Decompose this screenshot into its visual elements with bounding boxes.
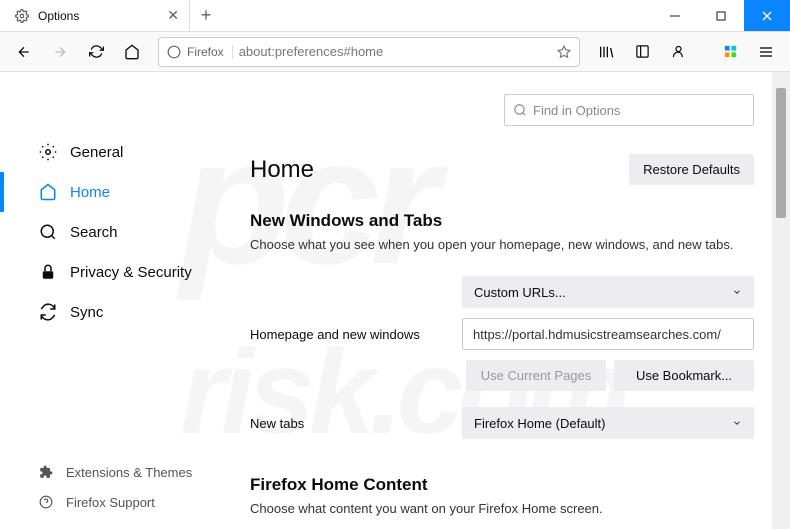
url-text: about:preferences#home — [239, 44, 551, 59]
select-value: Firefox Home (Default) — [474, 416, 605, 431]
gear-icon — [38, 142, 58, 162]
identity-box[interactable]: Firefox — [167, 45, 233, 59]
sidebar-item-label: Extensions & Themes — [66, 465, 192, 480]
home-icon — [38, 182, 58, 202]
library-button[interactable] — [590, 36, 622, 68]
search-placeholder: Find in Options — [533, 103, 620, 118]
back-button[interactable] — [8, 36, 40, 68]
home-button[interactable] — [116, 36, 148, 68]
homepage-url-input[interactable] — [462, 318, 754, 350]
sidebar-item-home[interactable]: Home — [0, 172, 220, 212]
sidebar-item-label: Firefox Support — [66, 495, 155, 510]
section-heading-windows-tabs: New Windows and Tabs — [250, 211, 754, 231]
use-current-pages-button[interactable]: Use Current Pages — [466, 360, 606, 391]
gear-icon — [14, 8, 30, 24]
extensions-button[interactable] — [714, 36, 746, 68]
new-tab-button[interactable]: + — [190, 0, 222, 31]
identity-label: Firefox — [187, 45, 224, 59]
maximize-button[interactable] — [698, 0, 744, 31]
puzzle-icon — [38, 464, 54, 480]
homepage-label: Homepage and new windows — [250, 327, 450, 342]
sidebar-button[interactable] — [626, 36, 658, 68]
sidebar-item-sync[interactable]: Sync — [0, 292, 220, 332]
lock-icon — [38, 262, 58, 282]
homepage-mode-select[interactable]: Custom URLs... — [462, 276, 754, 308]
sync-icon — [38, 302, 58, 322]
restore-defaults-button[interactable]: Restore Defaults — [629, 154, 754, 185]
browser-tab[interactable]: Options ✕ — [0, 0, 190, 31]
sidebar-item-support[interactable]: Firefox Support — [0, 487, 220, 517]
preferences-sidebar: General Home Search Privacy & Security S… — [0, 72, 220, 529]
sidebar-item-privacy[interactable]: Privacy & Security — [0, 252, 220, 292]
sidebar-item-extensions[interactable]: Extensions & Themes — [0, 457, 220, 487]
preferences-main: Find in Options Home Restore Defaults Ne… — [220, 72, 790, 529]
sidebar-item-label: Privacy & Security — [70, 264, 192, 281]
section-description: Choose what content you want on your Fir… — [250, 501, 754, 516]
scrollbar-thumb[interactable] — [776, 88, 786, 218]
chevron-down-icon — [732, 287, 742, 297]
page-title: Home — [250, 156, 314, 184]
sidebar-item-label: Search — [70, 224, 118, 241]
chevron-down-icon — [732, 418, 742, 428]
menu-button[interactable] — [750, 36, 782, 68]
sidebar-item-general[interactable]: General — [0, 132, 220, 172]
window-close-button[interactable] — [744, 0, 790, 31]
url-bar[interactable]: Firefox about:preferences#home — [158, 37, 580, 67]
minimize-button[interactable] — [652, 0, 698, 31]
sidebar-item-label: Home — [70, 184, 110, 201]
account-button[interactable] — [662, 36, 694, 68]
search-icon — [38, 222, 58, 242]
section-description: Choose what you see when you open your h… — [250, 237, 754, 252]
sidebar-item-search[interactable]: Search — [0, 212, 220, 252]
scrollbar-track[interactable] — [772, 72, 790, 529]
sidebar-item-label: Sync — [70, 304, 103, 321]
select-value: Custom URLs... — [474, 285, 566, 300]
tab-label: Options — [38, 9, 79, 23]
reload-button[interactable] — [80, 36, 112, 68]
search-icon — [513, 103, 527, 117]
use-bookmark-button[interactable]: Use Bookmark... — [614, 360, 754, 391]
forward-button[interactable] — [44, 36, 76, 68]
sidebar-item-label: General — [70, 144, 123, 161]
section-heading-home-content: Firefox Home Content — [250, 475, 754, 495]
options-search[interactable]: Find in Options — [504, 94, 754, 126]
newtabs-label: New tabs — [250, 416, 450, 431]
question-icon — [38, 494, 54, 510]
bookmark-star-icon[interactable] — [557, 45, 571, 59]
close-tab-icon[interactable]: ✕ — [167, 7, 179, 24]
newtabs-select[interactable]: Firefox Home (Default) — [462, 407, 754, 439]
firefox-icon — [167, 45, 181, 59]
